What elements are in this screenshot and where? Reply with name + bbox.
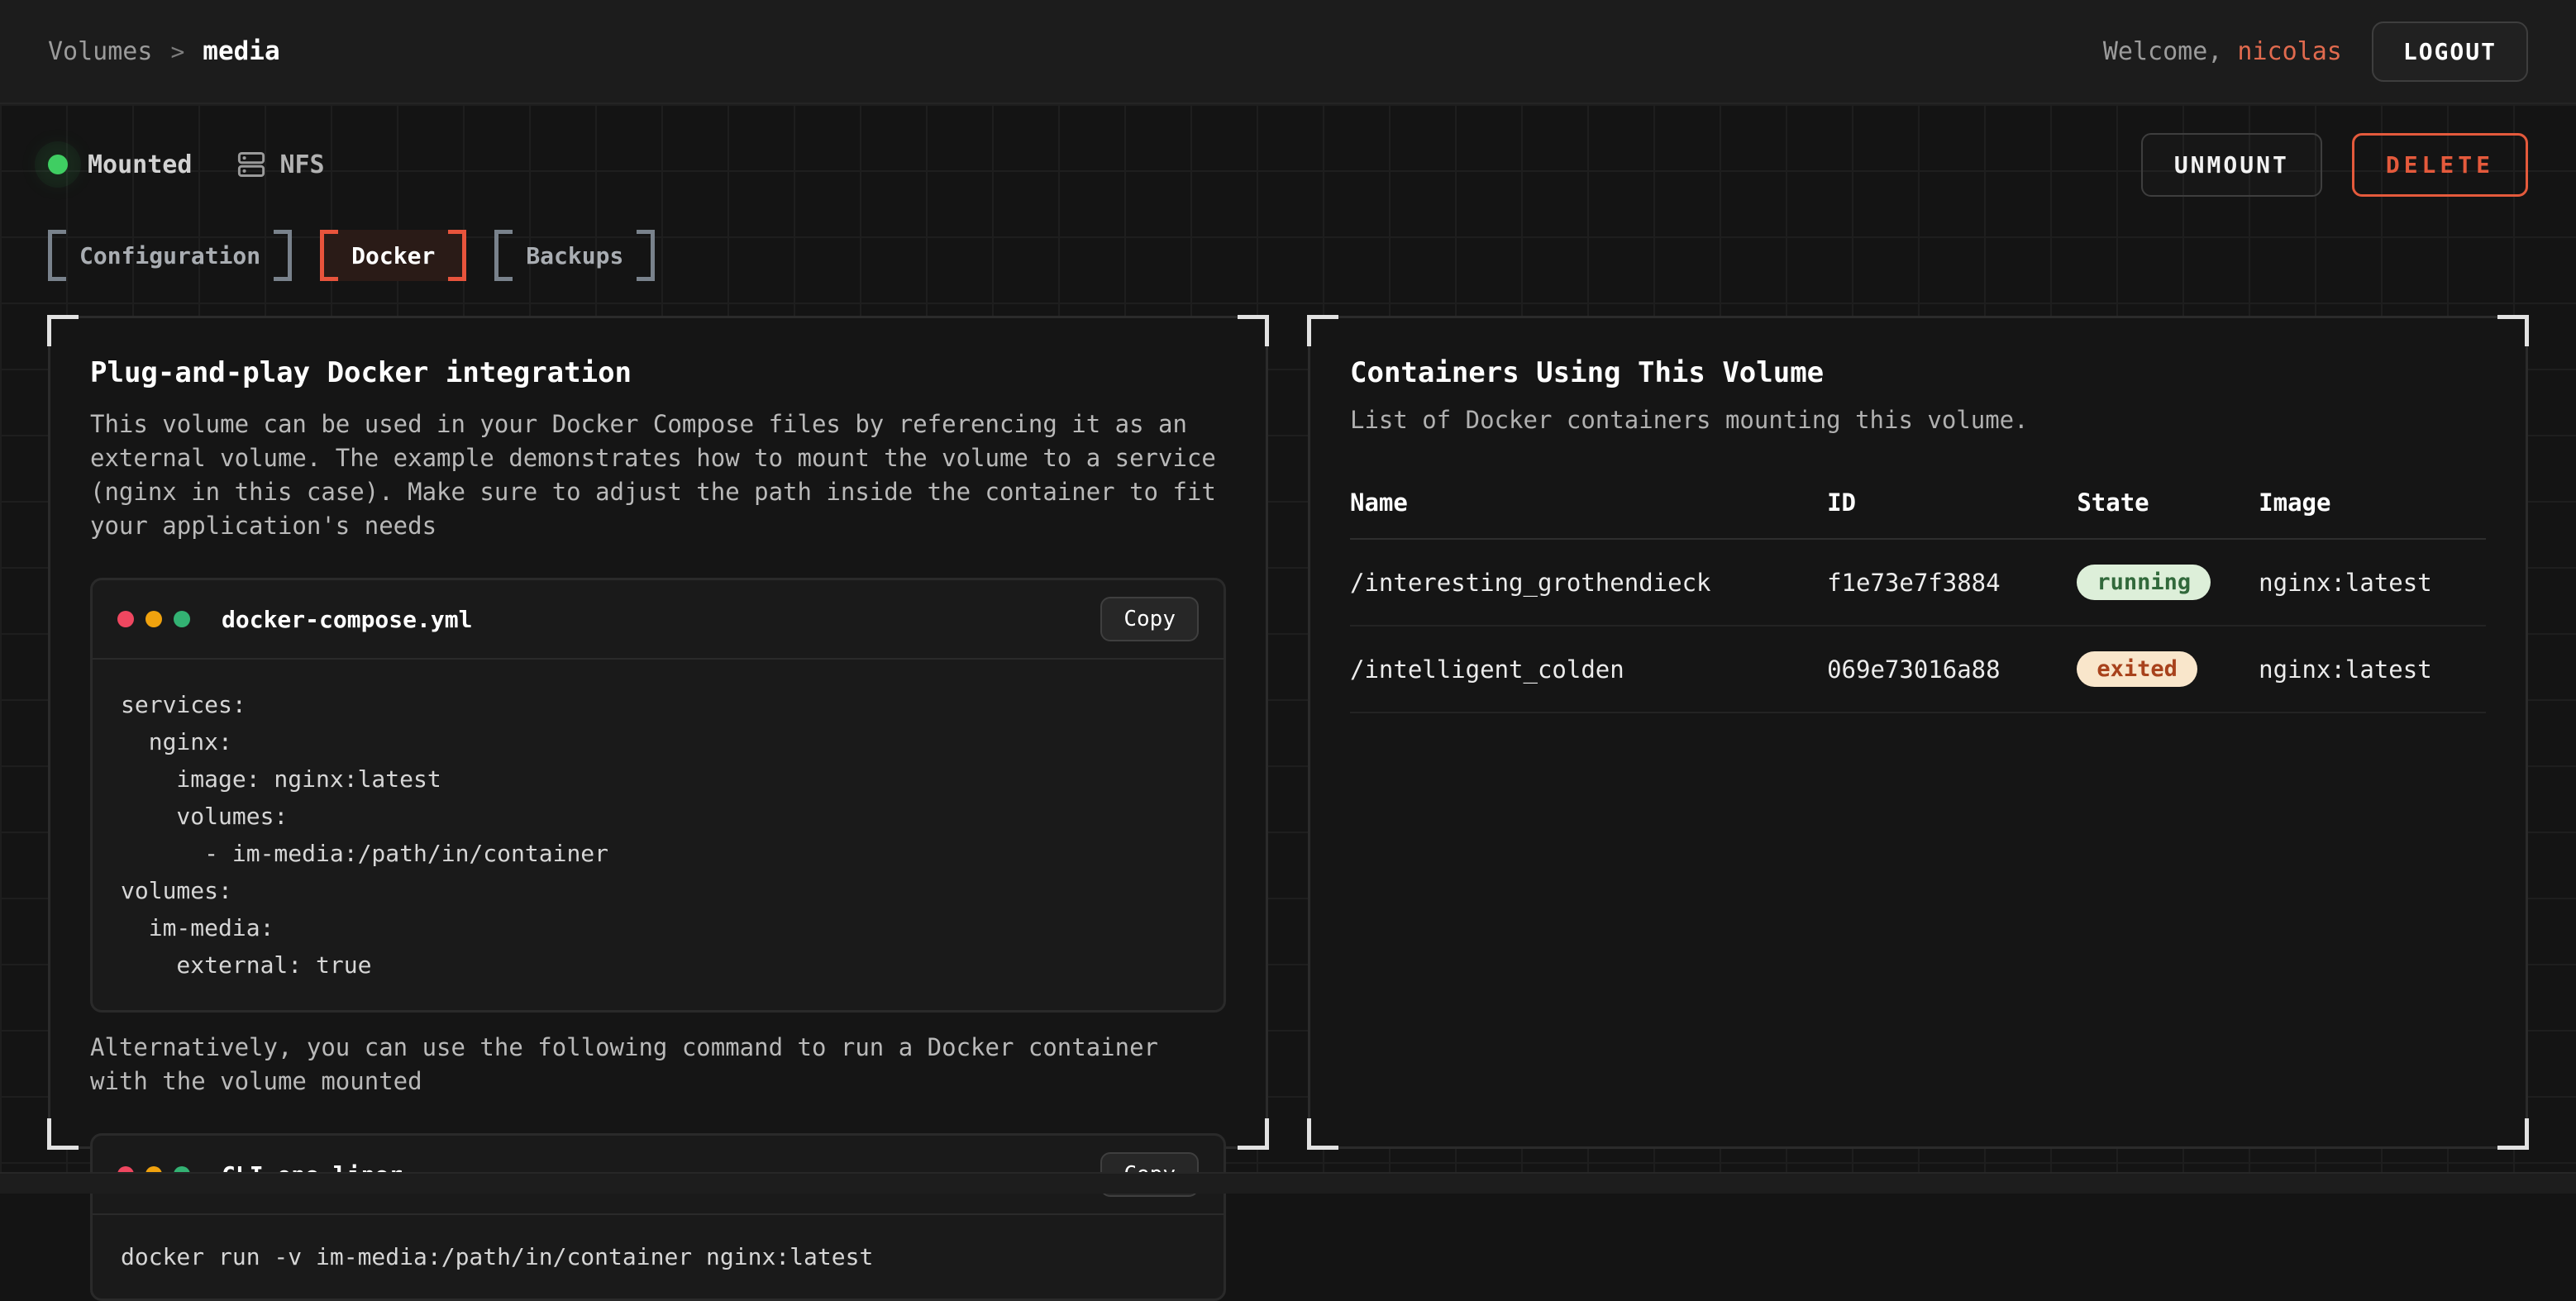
unmount-button[interactable]: UNMOUNT [2141,133,2322,197]
server-icon [236,150,266,179]
compose-filename: docker-compose.yml [222,606,472,633]
welcome-text: Welcome, nicolas [2103,37,2342,66]
window-dot-red-icon [117,611,134,627]
compose-copy-button[interactable]: Copy [1100,597,1199,641]
panel-corner-icon [1238,315,1269,346]
panel-corner-icon [1307,315,1338,346]
window-dots [117,611,190,627]
panel-corner-icon [1238,1118,1269,1150]
tab-bar: Configuration Docker Backups [48,230,2528,281]
container-id: f1e73e7f3884 [1827,569,2077,597]
volume-actions: UNMOUNT DELETE [2141,133,2528,197]
welcome-prefix: Welcome, [2103,37,2238,66]
driver-info: NFS [236,150,324,179]
panel-corner-icon [1307,1118,1338,1150]
breadcrumb-current-page: media [203,36,279,66]
table-header-name: Name [1350,488,1827,517]
containers-table: Name ID State Image /interesting_grothen… [1350,488,2486,713]
panel-corner-icon [2497,315,2529,346]
container-image: nginx:latest [2259,569,2486,597]
status-row: Mounted NFS UNMOUNT DELETE [48,137,2528,192]
window-dot-green-icon [174,611,190,627]
container-name: /interesting_grothendieck [1350,569,1827,597]
mount-status: Mounted [48,150,192,179]
driver-label: NFS [279,150,324,179]
compose-code-text: services: nginx: image: nginx:latest vol… [121,686,1195,984]
container-image: nginx:latest [2259,655,2486,684]
cli-intro-text: Alternatively, you can use the following… [90,1031,1226,1098]
mounted-label: Mounted [88,150,192,179]
table-header-state: State [2077,488,2259,517]
compose-code-body: services: nginx: image: nginx:latest vol… [93,660,1224,1010]
table-header-row: Name ID State Image [1350,488,2486,540]
status-badge: running [2077,565,2211,600]
tab-configuration[interactable]: Configuration [48,230,292,281]
logout-button[interactable]: LOGOUT [2372,21,2528,82]
status-left: Mounted NFS [48,150,325,179]
breadcrumb: Volumes > media [48,36,280,66]
breadcrumb-volumes-link[interactable]: Volumes [48,37,152,66]
tab-docker[interactable]: Docker [320,230,466,281]
window-dot-amber-icon [145,611,162,627]
containers-panel-title: Containers Using This Volume [1350,356,2486,389]
topbar: Volumes > media Welcome, nicolas LOGOUT [0,0,2576,104]
panel-corner-icon [47,315,79,346]
docker-panel-title: Plug-and-play Docker integration [90,356,1226,389]
mounted-status-dot-icon [48,155,68,174]
username: nicolas [2237,37,2341,66]
cli-code-text: docker run -v im-media:/path/in/containe… [121,1238,1195,1275]
containers-panel-subtitle: List of Docker containers mounting this … [1350,406,2486,434]
footer-strip [0,1172,2576,1194]
container-state: exited [2077,651,2259,687]
breadcrumb-separator-icon: > [170,38,184,65]
table-body: /interesting_grothendieck f1e73e7f3884 r… [1350,540,2486,713]
panels-row: Plug-and-play Docker integration This vo… [48,316,2528,1149]
tab-backups[interactable]: Backups [494,230,655,281]
table-row: /interesting_grothendieck f1e73e7f3884 r… [1350,540,2486,627]
table-header-id: ID [1827,488,2077,517]
panel-corner-icon [2497,1118,2529,1150]
panel-corner-icon [47,1118,79,1150]
table-header-image: Image [2259,488,2486,517]
container-state: running [2077,565,2259,600]
compose-code-header: docker-compose.yml Copy [93,580,1224,660]
main-content: Mounted NFS UNMOUNT DELETE Configurati [0,104,2576,1194]
cli-code-block: CLI one-liner Copy docker run -v im-medi… [90,1133,1226,1301]
container-id: 069e73016a88 [1827,655,2077,684]
docker-panel-description: This volume can be used in your Docker C… [90,407,1226,543]
container-name: /intelligent_colden [1350,655,1827,684]
containers-panel: Containers Using This Volume List of Doc… [1308,316,2528,1149]
compose-code-block: docker-compose.yml Copy services: nginx:… [90,578,1226,1013]
docker-integration-panel: Plug-and-play Docker integration This vo… [48,316,1268,1149]
topbar-right: Welcome, nicolas LOGOUT [2103,21,2528,82]
table-row: /intelligent_colden 069e73016a88 exited … [1350,627,2486,713]
delete-button[interactable]: DELETE [2352,133,2528,197]
cli-code-body: docker run -v im-media:/path/in/containe… [93,1215,1224,1299]
status-badge: exited [2077,651,2197,687]
